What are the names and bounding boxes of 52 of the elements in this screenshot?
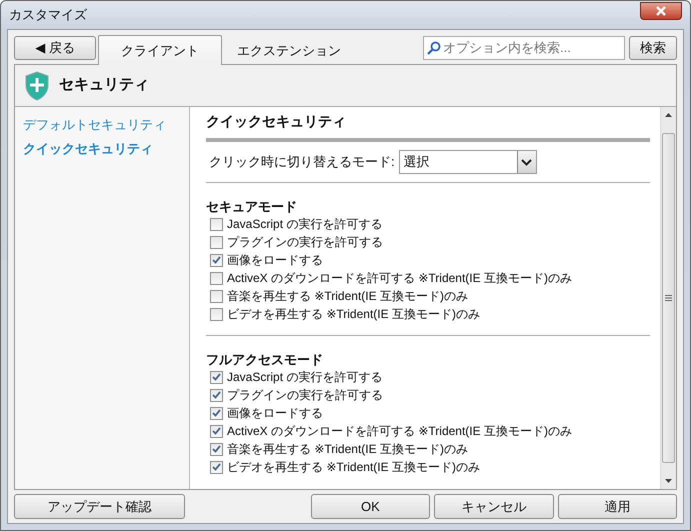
checkbox[interactable] — [210, 406, 223, 420]
checkbox[interactable] — [210, 272, 223, 284]
group-title: セキュアモード — [206, 199, 298, 215]
checkbox[interactable] — [210, 460, 223, 474]
panel-title: クイックセキュリティ — [206, 111, 650, 142]
checkbox[interactable] — [210, 424, 223, 438]
group-title: フルアクセスモード — [206, 352, 324, 368]
mode-label: クリック時に切り替えるモード: — [209, 153, 395, 172]
option-label: 画像をロードする — [227, 405, 323, 422]
checkbox[interactable] — [210, 254, 223, 266]
checkbox[interactable] — [210, 308, 223, 320]
option-label: JavaScript の実行を許可する — [227, 369, 382, 386]
option-label: ActiveX のダウンロードを許可する ※Trident(IE 互換モード)のみ — [227, 270, 572, 287]
tab[interactable]: エクステンション — [222, 36, 356, 64]
checkbox[interactable] — [210, 290, 223, 302]
sidebar-item[interactable]: デフォルトセキュリティ — [23, 115, 181, 134]
checkbox[interactable] — [210, 236, 223, 248]
option-label: JavaScript の実行を許可する — [227, 216, 382, 233]
option-label: 音楽を再生する ※Trident(IE 互換モード)のみ — [227, 288, 468, 305]
search-field[interactable]: オプション内を検索... — [423, 36, 625, 60]
option-label: ビデオを再生する ※Trident(IE 互換モード)のみ — [227, 459, 480, 476]
window-title: カスタマイズ — [9, 6, 87, 24]
dropdown-value: 選択 — [404, 153, 430, 172]
chevron-down-icon — [521, 158, 532, 166]
option-label: プラグインの実行を許可する — [227, 387, 383, 404]
scroll-down-icon[interactable] — [665, 479, 672, 483]
shield-icon — [25, 70, 49, 100]
tab[interactable]: クライアント — [98, 35, 222, 65]
dialog-button[interactable]: アップデート確認 — [14, 494, 185, 519]
option-label: 画像をロードする — [227, 252, 323, 269]
dialog-button[interactable]: キャンセル — [434, 494, 554, 519]
mode-dropdown[interactable]: 選択 — [398, 150, 537, 174]
checkbox[interactable] — [210, 218, 223, 230]
back-button[interactable]: ◀ 戻る — [14, 36, 96, 60]
option-label: ビデオを再生する ※Trident(IE 互換モード)のみ — [227, 306, 480, 323]
search-icon — [427, 41, 441, 55]
sidebar-item[interactable]: クイックセキュリティ — [23, 138, 181, 158]
dialog-button[interactable]: OK — [310, 494, 430, 519]
section-title: セキュリティ — [59, 75, 149, 96]
close-button[interactable] — [640, 2, 682, 20]
option-label: プラグインの実行を許可する — [227, 234, 383, 251]
grip-icon — [665, 295, 672, 301]
close-icon — [656, 6, 666, 16]
scrollbar[interactable] — [660, 107, 676, 489]
option-label: ActiveX のダウンロードを許可する ※Trident(IE 互換モード)のみ — [227, 423, 572, 440]
search-button[interactable]: 検索 — [629, 36, 677, 60]
checkbox[interactable] — [210, 370, 223, 384]
checkbox[interactable] — [210, 442, 223, 456]
checkbox[interactable] — [210, 388, 223, 402]
option-label: 音楽を再生する ※Trident(IE 互換モード)のみ — [227, 441, 468, 458]
dialog-button[interactable]: 適用 — [558, 494, 677, 519]
scroll-up-icon[interactable] — [665, 113, 672, 117]
